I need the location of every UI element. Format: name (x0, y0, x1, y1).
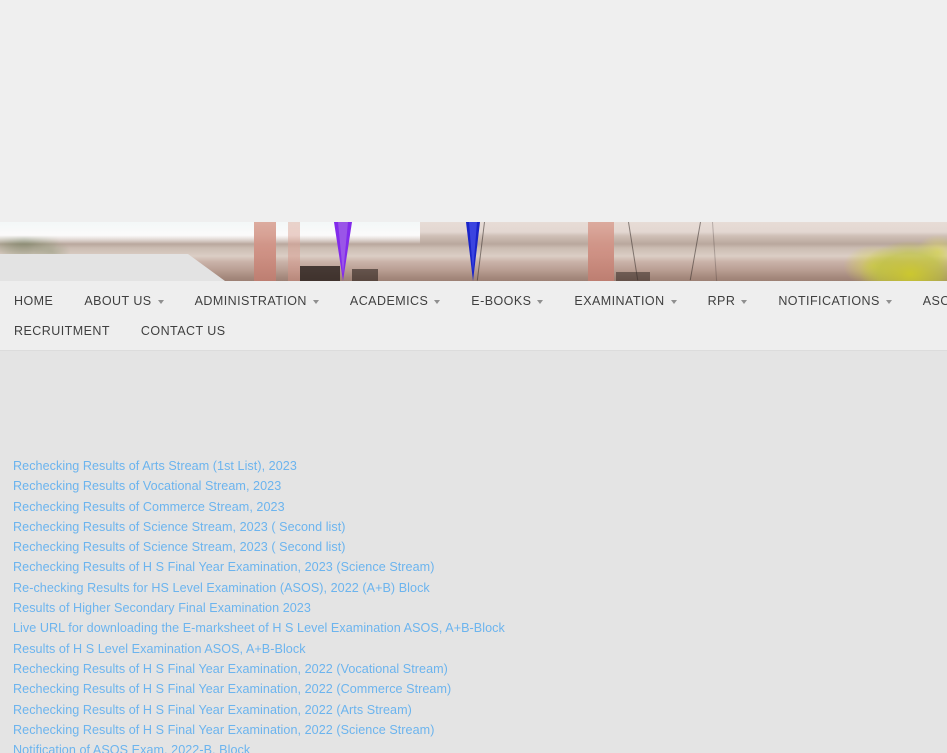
result-link[interactable]: Rechecking Results of Vocational Stream,… (13, 479, 281, 493)
nav-item-label: RPR (707, 293, 736, 308)
nav-item-examination[interactable]: EXAMINATION (574, 293, 677, 308)
result-link[interactable]: Live URL for downloading the E-marksheet… (13, 621, 505, 635)
nav-item-label: HOME (14, 293, 54, 308)
banner-pillar-mid (288, 222, 300, 281)
nav-item-label: NOTIFICATIONS (778, 293, 880, 308)
list-item: Rechecking Results of H S Final Year Exa… (13, 720, 947, 740)
result-link[interactable]: Rechecking Results of H S Final Year Exa… (13, 662, 448, 676)
banner-flag-blue-highlight (469, 222, 477, 272)
chevron-down-icon (741, 300, 748, 304)
nav-item-label: ADMINISTRATION (194, 293, 307, 308)
result-link[interactable]: Rechecking Results of Science Stream, 20… (13, 540, 346, 554)
list-item: Rechecking Results of Vocational Stream,… (13, 476, 947, 496)
result-link[interactable]: Rechecking Results of H S Final Year Exa… (13, 703, 412, 717)
chevron-down-icon (885, 300, 892, 304)
result-link[interactable]: Rechecking Results of Science Stream, 20… (13, 520, 346, 534)
banner-flag-purple-highlight (338, 222, 348, 274)
nav-item-home[interactable]: HOME (14, 295, 53, 308)
nav-item-contact-us[interactable]: CONTACT US (141, 325, 226, 338)
results-link-list: Rechecking Results of Arts Stream (1st L… (13, 456, 947, 753)
main-navigation: HOME ABOUT US ADMINISTRATION ACADEMICS E-BOO… (0, 281, 947, 351)
list-item: Results of Higher Secondary Final Examin… (13, 598, 947, 618)
list-item: Rechecking Results of Commerce Stream, 2… (13, 497, 947, 517)
list-item: Re-checking Results for HS Level Examina… (13, 578, 947, 598)
list-item: Rechecking Results of H S Final Year Exa… (13, 679, 947, 699)
list-item: Rechecking Results of H S Final Year Exa… (13, 557, 947, 577)
nav-item-label: RECRUITMENT (14, 323, 110, 338)
result-link[interactable]: Rechecking Results of H S Final Year Exa… (13, 560, 434, 574)
nav-item-label: EXAMINATION (574, 293, 665, 308)
nav-item-rpr[interactable]: RPR (708, 295, 748, 308)
list-item: Results of H S Level Examination ASOS, A… (13, 639, 947, 659)
nav-item-label: ASOS (922, 293, 947, 308)
nav-item-label: E-BOOKS (471, 293, 532, 308)
list-item: Rechecking Results of Science Stream, 20… (13, 537, 947, 557)
nav-item-e-books[interactable]: E-BOOKS (471, 293, 544, 308)
banner-grey-overlay-slab (0, 254, 225, 281)
result-link[interactable]: Results of Higher Secondary Final Examin… (13, 601, 311, 615)
nav-row-secondary: RECRUITMENT CONTACT US (0, 321, 947, 341)
nav-row-primary: HOME ABOUT US ADMINISTRATION ACADEMICS E-BOO… (0, 291, 947, 311)
result-link[interactable]: Re-checking Results for HS Level Examina… (13, 581, 430, 595)
list-item: Rechecking Results of Arts Stream (1st L… (13, 456, 947, 476)
page-top-blank-area (0, 0, 947, 222)
nav-item-academics[interactable]: ACADEMICS (349, 293, 441, 308)
result-link[interactable]: Results of H S Level Examination ASOS, A… (13, 642, 306, 656)
nav-item-notifications[interactable]: NOTIFICATIONS (778, 293, 892, 308)
list-item: Live URL for downloading the E-marksheet… (13, 618, 947, 638)
nav-item-recruitment[interactable]: RECRUITMENT (14, 325, 110, 338)
list-item: Rechecking Results of Science Stream, 20… (13, 517, 947, 537)
chevron-down-icon (537, 300, 544, 304)
nav-item-label: CONTACT US (140, 323, 226, 338)
nav-item-about-us[interactable]: ABOUT US (84, 293, 164, 308)
nav-item-administration[interactable]: ADMINISTRATION (195, 295, 319, 308)
chevron-down-icon (157, 300, 164, 304)
result-link[interactable]: Rechecking Results of H S Final Year Exa… (13, 682, 451, 696)
result-link[interactable]: Notification of ASOS Exam. 2022-B, Block (13, 743, 250, 753)
banner-window-center (352, 269, 378, 281)
result-link[interactable]: Rechecking Results of Arts Stream (1st L… (13, 459, 297, 473)
list-item: Rechecking Results of H S Final Year Exa… (13, 659, 947, 679)
chevron-down-icon (670, 300, 677, 304)
nav-item-asos[interactable]: ASOS (923, 295, 947, 308)
list-item: Notification of ASOS Exam. 2022-B, Block (13, 740, 947, 753)
list-item: Rechecking Results of H S Final Year Exa… (13, 700, 947, 720)
site-banner (0, 222, 947, 281)
banner-pillar-left (254, 222, 276, 281)
chevron-down-icon (434, 300, 441, 304)
banner-window-right (616, 272, 650, 281)
main-content: Rechecking Results of Arts Stream (1st L… (0, 351, 947, 753)
nav-item-label: ACADEMICS (349, 293, 429, 308)
chevron-down-icon (312, 300, 319, 304)
result-link[interactable]: Rechecking Results of Commerce Stream, 2… (13, 500, 285, 514)
result-link[interactable]: Rechecking Results of H S Final Year Exa… (13, 723, 434, 737)
nav-item-label: ABOUT US (84, 293, 152, 308)
banner-pillar-right (588, 222, 614, 281)
banner-sky-region (0, 222, 420, 244)
